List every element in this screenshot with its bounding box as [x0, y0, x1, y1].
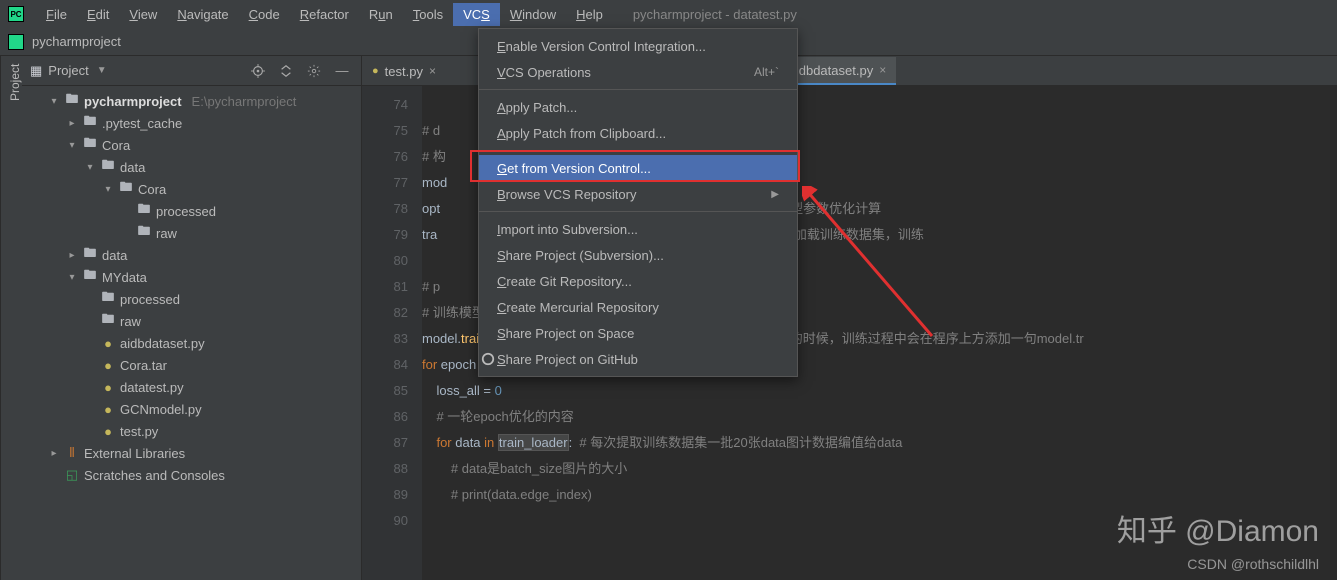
tree-node[interactable]: ▸🖿.pytest_cache [22, 112, 361, 134]
tree-node[interactable]: ●test.py [22, 420, 361, 442]
menu-view[interactable]: View [119, 3, 167, 26]
breadcrumb[interactable]: pycharmproject [32, 34, 121, 49]
menu-item[interactable]: Browse VCS Repository▶ [479, 181, 797, 207]
menu-help[interactable]: Help [566, 3, 613, 26]
tree-node[interactable]: ▸🖿data [22, 244, 361, 266]
chevron-down-icon[interactable]: ▼ [97, 65, 107, 76]
menu-item[interactable]: Create Git Repository... [479, 268, 797, 294]
python-file-icon: ● [372, 65, 379, 77]
tree-node[interactable]: ●GCNmodel.py [22, 398, 361, 420]
project-tree[interactable]: ▾🖿pycharmprojectE:\pycharmproject▸🖿.pyte… [22, 86, 361, 580]
menu-tools[interactable]: Tools [403, 3, 453, 26]
folder-icon: ▦ [30, 63, 42, 79]
tree-node[interactable]: ▾🖿data [22, 156, 361, 178]
menu-item[interactable]: Import into Subversion... [479, 216, 797, 242]
project-logo-icon [8, 34, 24, 50]
menu-vcs[interactable]: VCS [453, 3, 500, 26]
menu-item[interactable]: VCS OperationsAlt+` [479, 59, 797, 85]
tree-node[interactable]: ▾🖿Cora [22, 134, 361, 156]
tree-node[interactable]: 🖿raw [22, 222, 361, 244]
menu-run[interactable]: Run [359, 3, 403, 26]
gear-icon[interactable] [303, 60, 325, 82]
menu-item[interactable]: Apply Patch... [479, 94, 797, 120]
menu-item[interactable]: Get from Version Control... [479, 155, 797, 181]
menu-file[interactable]: File [36, 3, 77, 26]
menu-item[interactable]: Share Project on Space [479, 320, 797, 346]
tree-node[interactable]: ◱Scratches and Consoles [22, 464, 361, 486]
tree-node[interactable]: ▸⫴External Libraries [22, 442, 361, 464]
menu-item[interactable]: Share Project (Subversion)... [479, 242, 797, 268]
menu-item[interactable]: Apply Patch from Clipboard... [479, 120, 797, 146]
expand-all-icon[interactable] [275, 60, 297, 82]
tree-node[interactable]: ▾🖿pycharmprojectE:\pycharmproject [22, 90, 361, 112]
project-panel-title[interactable]: Project [48, 63, 88, 78]
tree-node[interactable]: ●datatest.py [22, 376, 361, 398]
vcs-dropdown-menu: Enable Version Control Integration...VCS… [478, 28, 798, 377]
window-title: pycharmproject - datatest.py [633, 7, 797, 22]
tree-node[interactable]: 🖿raw [22, 310, 361, 332]
tree-node[interactable]: ●Cora.tar [22, 354, 361, 376]
tree-node[interactable]: ▾🖿MYdata [22, 266, 361, 288]
project-panel-header: ▦ Project ▼ — [22, 56, 361, 86]
menu-item[interactable]: Enable Version Control Integration... [479, 33, 797, 59]
editor-tab-test[interactable]: ●test.py× [362, 57, 446, 85]
hide-panel-icon[interactable]: — [331, 60, 353, 82]
tree-node[interactable]: ▾🖿Cora [22, 178, 361, 200]
menu-window[interactable]: Window [500, 3, 566, 26]
locate-icon[interactable] [247, 60, 269, 82]
project-panel: ▦ Project ▼ — ▾🖿pycharmprojectE:\pycharm… [22, 56, 362, 580]
menu-edit[interactable]: Edit [77, 3, 119, 26]
tree-node[interactable]: ●aidbdataset.py [22, 332, 361, 354]
menubar: PC File Edit View Navigate Code Refactor… [0, 0, 1337, 28]
close-icon[interactable]: × [429, 64, 436, 78]
tree-node[interactable]: 🖿processed [22, 200, 361, 222]
menu-item[interactable]: Share Project on GitHub [479, 346, 797, 372]
sidebar-tab-project[interactable]: Project [0, 56, 22, 580]
tree-node[interactable]: 🖿processed [22, 288, 361, 310]
menu-item[interactable]: Create Mercurial Repository [479, 294, 797, 320]
menu-navigate[interactable]: Navigate [167, 3, 238, 26]
menu-code[interactable]: Code [239, 3, 290, 26]
line-gutter: 7475767778798081828384858687888990 [362, 86, 422, 580]
close-icon[interactable]: × [879, 63, 886, 77]
app-logo: PC [8, 6, 24, 22]
menu-refactor[interactable]: Refactor [290, 3, 359, 26]
